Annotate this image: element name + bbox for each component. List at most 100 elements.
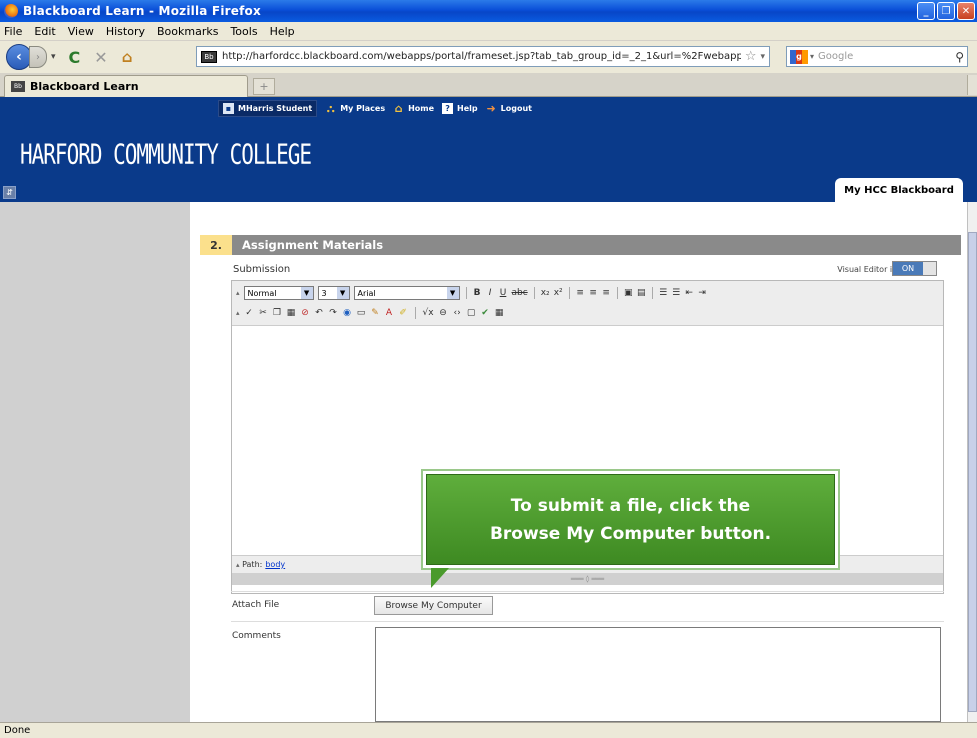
align-right-icon[interactable]: ≡ bbox=[602, 288, 611, 298]
menu-history[interactable]: History bbox=[106, 25, 145, 38]
html-icon[interactable]: ‹› bbox=[453, 308, 462, 318]
strikethrough-icon[interactable]: abc bbox=[512, 288, 528, 298]
browse-my-computer-button[interactable]: Browse My Computer bbox=[374, 596, 493, 615]
section-number: 2. bbox=[200, 235, 232, 255]
underline-icon[interactable]: U bbox=[499, 288, 508, 298]
url-dropdown-icon[interactable]: ▾ bbox=[760, 52, 765, 62]
search-input[interactable]: Google bbox=[818, 51, 955, 62]
editor-resize-handle[interactable]: ═══ ◊ ═══ bbox=[232, 573, 943, 585]
status-text: Done bbox=[4, 725, 31, 736]
menu-help[interactable]: Help bbox=[270, 25, 295, 38]
user-name-link[interactable]: ▪ MHarris Student bbox=[218, 100, 318, 117]
bold-icon[interactable]: B bbox=[473, 288, 482, 298]
callout-line-1: To submit a file, click the bbox=[510, 495, 751, 516]
pencil-icon[interactable]: ✎ bbox=[371, 308, 380, 318]
copy-icon[interactable]: ❐ bbox=[273, 308, 282, 318]
home-link[interactable]: ⌂ Home bbox=[393, 102, 434, 115]
preview-icon[interactable]: ▢ bbox=[467, 308, 476, 318]
visual-editor-toggle[interactable]: ON bbox=[892, 261, 937, 276]
scrollbar-thumb[interactable] bbox=[968, 232, 977, 712]
search-icon[interactable]: ⚲ bbox=[955, 50, 964, 64]
table-icon[interactable]: ▭ bbox=[357, 308, 366, 318]
embed-icon[interactable]: ⊖ bbox=[439, 308, 448, 318]
highlight-icon[interactable]: ✐ bbox=[399, 308, 408, 318]
history-dropdown-icon[interactable]: ▾ bbox=[51, 52, 56, 62]
forward-button[interactable]: › bbox=[29, 46, 47, 68]
vertical-scrollbar[interactable] bbox=[967, 202, 977, 722]
status-bar: Done bbox=[0, 722, 977, 738]
comments-label: Comments bbox=[232, 631, 281, 641]
cut-icon[interactable]: ✂ bbox=[259, 308, 268, 318]
find-icon[interactable]: ▣ bbox=[624, 288, 633, 298]
section-header: 2. Assignment Materials bbox=[200, 235, 961, 255]
superscript-icon[interactable]: x² bbox=[554, 288, 563, 298]
reload-icon[interactable]: C bbox=[69, 48, 81, 67]
editor-toolbar: Visual Editor is: ON ▴ Normal ▼ 3 ▼ Aria… bbox=[232, 261, 943, 326]
search-bar[interactable]: g ▾ Google ⚲ bbox=[786, 46, 968, 67]
maximize-button[interactable]: ❐ bbox=[937, 2, 955, 20]
menu-bar: File Edit View History Bookmarks Tools H… bbox=[0, 22, 977, 41]
content-area: 2. Assignment Materials Submission Visua… bbox=[0, 202, 977, 722]
indent-icon[interactable]: ⇥ bbox=[698, 288, 707, 298]
collapse-toolbar-icon[interactable]: ▴ bbox=[236, 289, 240, 297]
logout-label: Logout bbox=[500, 104, 532, 113]
help-link[interactable]: ? Help bbox=[442, 103, 478, 114]
callout-pointer bbox=[431, 568, 449, 588]
paste-icon[interactable]: ▦ bbox=[287, 308, 296, 318]
visual-editor-state: ON bbox=[893, 262, 923, 275]
font-size-select[interactable]: 3 ▼ bbox=[317, 286, 350, 300]
font-family-select[interactable]: Arial ▼ bbox=[353, 286, 460, 300]
align-center-icon[interactable]: ≡ bbox=[589, 288, 598, 298]
mashup-icon[interactable]: ✔ bbox=[481, 308, 490, 318]
home-icon[interactable]: ⌂ bbox=[122, 48, 133, 66]
tab-scroll-button[interactable] bbox=[967, 75, 977, 95]
format-select[interactable]: Normal ▼ bbox=[243, 286, 314, 300]
fullscreen-icon[interactable]: ▦ bbox=[495, 308, 504, 318]
align-left-icon[interactable]: ≡ bbox=[576, 288, 585, 298]
menu-tools[interactable]: Tools bbox=[230, 25, 257, 38]
menu-edit[interactable]: Edit bbox=[34, 25, 55, 38]
toolbar-row-1: ▴ Normal ▼ 3 ▼ Arial ▼ B I U abc x₂ x² ≡… bbox=[236, 286, 707, 300]
tab-blackboard-learn[interactable]: Bb Blackboard Learn bbox=[4, 75, 248, 97]
collapse-toolbar-icon[interactable]: ▴ bbox=[236, 309, 240, 317]
italic-icon[interactable]: I bbox=[486, 288, 495, 298]
menu-view[interactable]: View bbox=[68, 25, 94, 38]
bookmark-star-icon[interactable]: ☆ bbox=[745, 49, 757, 64]
math-icon[interactable]: √x bbox=[423, 308, 434, 318]
minimize-button[interactable]: _ bbox=[917, 2, 935, 20]
menu-toggle-icon[interactable]: ⇵ bbox=[3, 186, 16, 199]
collapse-path-icon[interactable]: ▴ bbox=[236, 561, 240, 569]
stop-icon[interactable]: ✕ bbox=[94, 48, 107, 67]
ordered-list-icon[interactable]: ☰ bbox=[659, 288, 668, 298]
logout-link[interactable]: ➜ Logout bbox=[486, 102, 532, 115]
house-icon: ⌂ bbox=[394, 102, 403, 115]
path-body-link[interactable]: body bbox=[265, 560, 285, 569]
subscript-icon[interactable]: x₂ bbox=[541, 288, 550, 298]
tab-bar: Bb Blackboard Learn + bbox=[0, 73, 977, 97]
chevron-down-icon: ▼ bbox=[300, 287, 313, 299]
chevron-down-icon: ▼ bbox=[446, 287, 459, 299]
menu-file[interactable]: File bbox=[4, 25, 22, 38]
unordered-list-icon[interactable]: ☰ bbox=[672, 288, 681, 298]
undo-icon[interactable]: ↶ bbox=[315, 308, 324, 318]
menu-bookmarks[interactable]: Bookmarks bbox=[157, 25, 218, 38]
google-engine-icon[interactable]: g bbox=[790, 49, 808, 64]
unlink-icon[interactable]: ⊘ bbox=[301, 308, 310, 318]
link-icon[interactable]: ◉ bbox=[343, 308, 352, 318]
spellcheck-icon[interactable]: ✓ bbox=[245, 308, 254, 318]
comments-input[interactable] bbox=[375, 627, 941, 722]
tab-my-hcc-blackboard[interactable]: My HCC Blackboard bbox=[835, 178, 963, 202]
new-tab-button[interactable]: + bbox=[253, 78, 275, 95]
outdent-icon[interactable]: ⇤ bbox=[685, 288, 694, 298]
redo-icon[interactable]: ↷ bbox=[329, 308, 338, 318]
url-bar[interactable]: Bb http://harfordcc.blackboard.com/webap… bbox=[196, 46, 770, 67]
toolbar-separator bbox=[414, 307, 416, 319]
replace-icon[interactable]: ▤ bbox=[637, 288, 646, 298]
url-text[interactable]: http://harfordcc.blackboard.com/webapps/… bbox=[222, 51, 741, 62]
search-engine-dropdown-icon[interactable]: ▾ bbox=[810, 52, 814, 61]
close-button[interactable]: ✕ bbox=[957, 2, 975, 20]
font-color-icon[interactable]: A bbox=[385, 308, 394, 318]
firefox-logo-icon bbox=[4, 4, 18, 18]
my-places-link[interactable]: ⛬ My Places bbox=[325, 101, 385, 115]
places-icon: ⛬ bbox=[326, 101, 335, 115]
